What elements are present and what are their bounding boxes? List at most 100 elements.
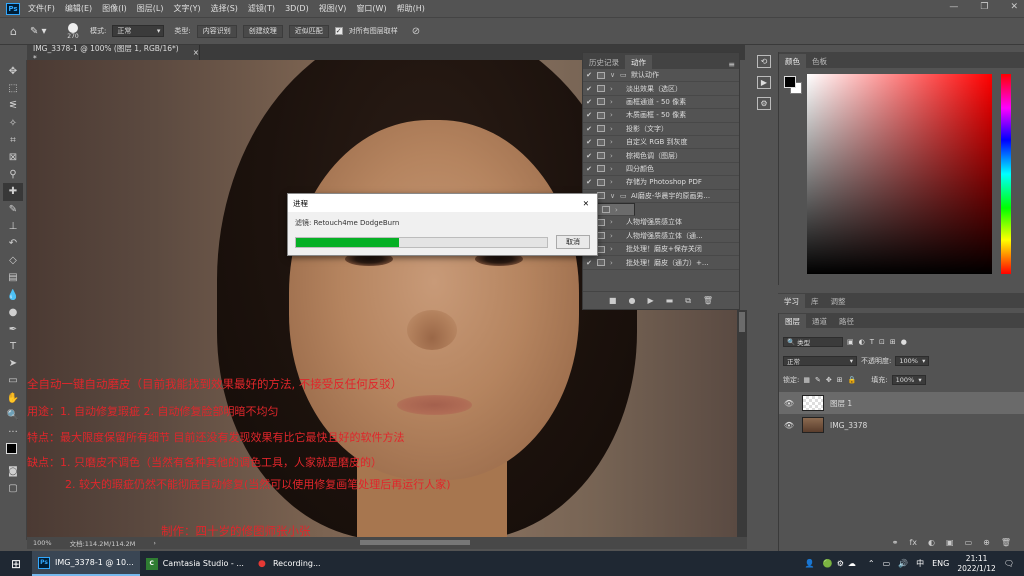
expand-icon[interactable]: ›	[610, 138, 620, 146]
history-panel-icon[interactable]: ⟲	[757, 55, 771, 68]
foreground-background-swatches[interactable]	[784, 76, 802, 94]
menu-window[interactable]: 窗口(W)	[356, 3, 386, 14]
action-row[interactable]: ✔›批处理！磨皮+保存关闭	[583, 243, 739, 257]
action-row[interactable]: ✔›人物增强质感立体	[583, 216, 739, 230]
check-icon[interactable]: ✔	[583, 165, 595, 173]
action-row[interactable]: ✔ › 淡出效果（选区）	[583, 82, 739, 96]
home-icon[interactable]: ⌂	[10, 25, 24, 38]
screen-mode-icon[interactable]: ▢	[3, 480, 23, 497]
record-icon[interactable]: ●	[628, 296, 635, 305]
expand-icon[interactable]: ›	[610, 85, 620, 93]
dialog-toggle-icon[interactable]	[595, 111, 607, 120]
tab-color[interactable]: 颜色	[779, 54, 806, 68]
pressure-icon[interactable]: ⊘	[412, 26, 420, 37]
rectangle-tool-icon[interactable]: ▭	[3, 372, 23, 389]
stop-icon[interactable]: ■	[609, 296, 617, 305]
content-aware-button[interactable]: 内容识别	[196, 24, 237, 38]
check-icon[interactable]: ✔	[583, 152, 595, 160]
dialog-toggle-icon[interactable]	[595, 84, 607, 93]
color-picker-field[interactable]	[807, 74, 992, 274]
expand-icon[interactable]: ›	[610, 232, 620, 240]
network-icon[interactable]: ▭	[883, 559, 891, 568]
check-icon[interactable]: ✔	[583, 98, 595, 106]
layer-name[interactable]: IMG_3378	[830, 421, 867, 430]
action-row[interactable]: ✔ › 存储为 Photoshop PDF	[583, 176, 739, 190]
action-row[interactable]: ✔ › 自定义 RGB 到灰度	[583, 136, 739, 150]
opacity-field[interactable]: 100% ▾	[895, 356, 930, 366]
people-icon[interactable]: 👤	[805, 559, 815, 568]
check-icon[interactable]: ✔	[583, 138, 595, 146]
lock-icons[interactable]: ▦✎✥⊞🔒	[803, 376, 861, 384]
dialog-toggle-icon[interactable]	[595, 178, 607, 187]
dialog-toggle-icon[interactable]	[595, 97, 607, 106]
dialog-toggle-icon[interactable]	[600, 205, 612, 214]
layer-filter-select[interactable]: 🔍 类型	[783, 337, 843, 347]
tab-layers[interactable]: 图层	[779, 314, 806, 328]
properties-panel-icon[interactable]: ⚙	[757, 97, 771, 110]
action-row[interactable]: ✔›人物增强质感立体（通...	[583, 230, 739, 244]
expand-icon[interactable]: ›	[610, 98, 620, 106]
menu-layer[interactable]: 图层(L)	[137, 3, 164, 14]
delete-layer-icon[interactable]: 🗑	[1001, 538, 1011, 547]
hue-slider[interactable]	[1001, 74, 1011, 274]
tab-learn[interactable]: 学习	[778, 294, 805, 308]
horizontal-scroll-thumb[interactable]	[360, 540, 470, 545]
menu-edit[interactable]: 编辑(E)	[65, 3, 92, 14]
action-row[interactable]: ✔ › 投影（文字）	[583, 123, 739, 136]
cancel-button[interactable]: 取消	[556, 235, 590, 249]
zoom-tool-icon[interactable]: 🔍	[3, 407, 23, 424]
menu-select[interactable]: 选择(S)	[211, 3, 238, 14]
notifications-icon[interactable]: 🗨	[1004, 559, 1014, 568]
layer-row[interactable]: 👁 IMG_3378	[779, 414, 1024, 436]
quick-select-tool-icon[interactable]: ✧	[3, 115, 23, 132]
check-icon[interactable]: ✔	[583, 111, 595, 119]
minimize-button[interactable]: —	[949, 2, 958, 12]
expand-icon[interactable]: ›	[610, 152, 620, 160]
menu-filter[interactable]: 滤镜(T)	[248, 3, 275, 14]
clone-stamp-tool-icon[interactable]: ⊥	[3, 218, 23, 235]
new-layer-icon[interactable]: ⊕	[983, 538, 990, 547]
windows-start-icon[interactable]: ⊞	[0, 551, 32, 576]
vertical-scrollbar[interactable]	[737, 310, 747, 537]
gradient-tool-icon[interactable]: ▤	[3, 269, 23, 286]
eye-icon[interactable]: 👁	[781, 399, 797, 408]
layer-row[interactable]: 👁 图层 1	[779, 392, 1024, 414]
layer-name[interactable]: 图层 1	[830, 398, 852, 409]
close-tab-icon[interactable]: ×	[193, 48, 199, 57]
expand-icon[interactable]: ›	[610, 245, 620, 253]
add-mask-icon[interactable]: ◐	[928, 538, 935, 547]
close-button[interactable]: ✕	[1010, 2, 1018, 12]
dialog-toggle-icon[interactable]	[595, 258, 607, 267]
expand-icon[interactable]: ›	[610, 111, 620, 119]
hand-tool-icon[interactable]: ✋	[3, 390, 23, 407]
dodge-tool-icon[interactable]: ●	[3, 304, 23, 321]
menu-type[interactable]: 文字(Y)	[173, 3, 200, 14]
mode-select[interactable]: 正常 ▾	[112, 25, 165, 37]
actions-panel-icon[interactable]: ▶	[757, 76, 771, 89]
color-swatches-icon[interactable]	[3, 441, 23, 463]
status-arrow-icon[interactable]: ›	[153, 539, 156, 547]
dialog-toggle-icon[interactable]	[595, 71, 607, 80]
expand-icon[interactable]: ∨	[610, 192, 620, 200]
filter-icons[interactable]: ▣◐T⊡⊞●	[847, 338, 912, 346]
input-method-icon[interactable]: 中	[916, 558, 924, 569]
clock[interactable]: 21:11 2022/1/12	[957, 554, 995, 574]
new-action-icon[interactable]: ⧉	[685, 296, 691, 306]
zoom-level[interactable]: 100%	[33, 539, 52, 547]
panel-menu-icon[interactable]: ≡	[728, 60, 735, 69]
lasso-tool-icon[interactable]: ᓬ	[3, 97, 23, 114]
menu-image[interactable]: 图像(I)	[102, 3, 127, 14]
volume-icon[interactable]: 🔊	[898, 559, 908, 568]
menu-file[interactable]: 文件(F)	[28, 3, 55, 14]
action-row[interactable]: ✔ › 画框通道 - 50 像素	[583, 96, 739, 110]
history-brush-tool-icon[interactable]: ↶	[3, 235, 23, 252]
taskbar-item-recording[interactable]: ● Recording...	[250, 551, 327, 576]
menu-view[interactable]: 视图(V)	[319, 3, 347, 14]
tray-icons[interactable]: 🟢⚙☁	[823, 559, 860, 568]
action-row[interactable]: ✔ › 木质画框 - 50 像素	[583, 109, 739, 123]
check-icon[interactable]: ✔	[583, 85, 595, 93]
tab-actions[interactable]: 动作	[625, 55, 652, 69]
crop-tool-icon[interactable]: ⌗	[3, 132, 23, 149]
check-icon[interactable]: ✔	[583, 125, 595, 133]
tab-adjustments[interactable]: 调整	[825, 294, 852, 308]
